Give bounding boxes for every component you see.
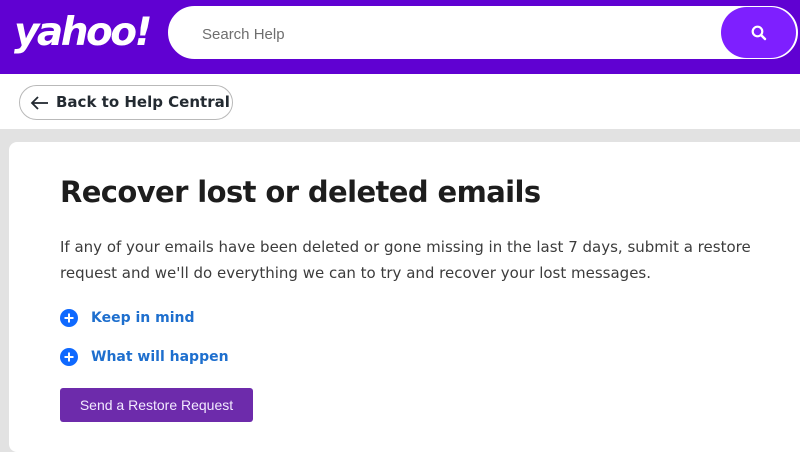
navigation-bar: Back to Help Central	[0, 74, 800, 129]
search-box	[168, 6, 798, 59]
search-button[interactable]	[721, 7, 796, 58]
expander-keep-in-mind[interactable]: Keep in mind	[60, 307, 195, 329]
expander-label: Keep in mind	[91, 310, 195, 326]
article-title: Recover lost or deleted emails	[60, 175, 541, 209]
article-description: If any of your emails have been deleted …	[60, 238, 751, 282]
send-restore-request-button[interactable]: Send a Restore Request	[60, 388, 253, 422]
search-icon	[751, 25, 766, 40]
article-card: Recover lost or deleted emails If any of…	[9, 142, 800, 452]
yahoo-logo[interactable]: yahoo!	[14, 8, 152, 58]
header-bar: yahoo!	[0, 0, 800, 74]
expander-label: What will happen	[91, 349, 229, 365]
back-button-label: Back to Help Central	[56, 93, 230, 111]
search-input[interactable]	[202, 22, 702, 46]
arrow-left-icon	[30, 96, 48, 110]
plus-circle-icon	[60, 309, 78, 327]
expander-what-will-happen[interactable]: What will happen	[60, 346, 229, 368]
plus-circle-icon	[60, 348, 78, 366]
back-to-help-central-button[interactable]: Back to Help Central	[19, 85, 233, 120]
